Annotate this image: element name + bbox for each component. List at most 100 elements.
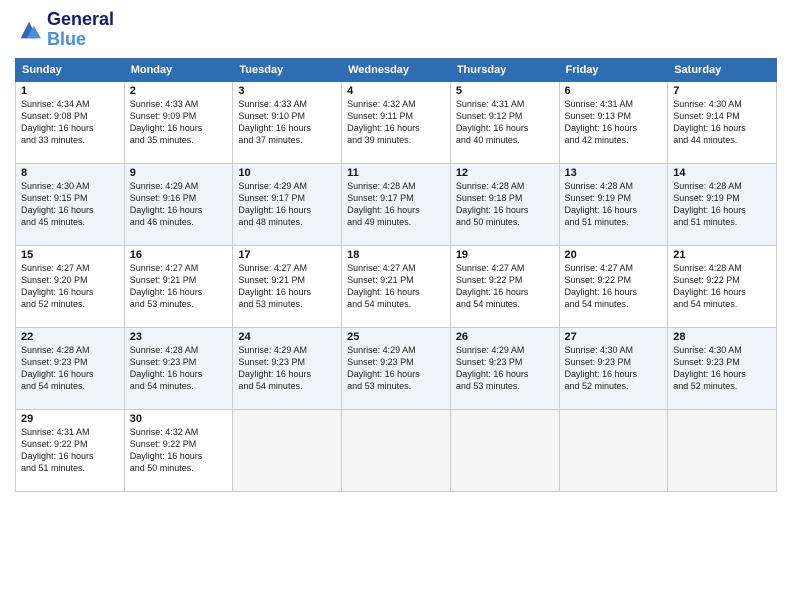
day-number: 3	[238, 85, 336, 97]
day-number: 15	[21, 249, 119, 261]
calendar-cell: 14Sunrise: 4:28 AM Sunset: 9:19 PM Dayli…	[668, 163, 777, 245]
day-info: Sunrise: 4:28 AM Sunset: 9:19 PM Dayligh…	[565, 180, 663, 229]
calendar-cell: 16Sunrise: 4:27 AM Sunset: 9:21 PM Dayli…	[124, 245, 233, 327]
day-info: Sunrise: 4:27 AM Sunset: 9:21 PM Dayligh…	[347, 262, 445, 311]
calendar-cell: 29Sunrise: 4:31 AM Sunset: 9:22 PM Dayli…	[16, 409, 125, 491]
calendar-cell: 12Sunrise: 4:28 AM Sunset: 9:18 PM Dayli…	[450, 163, 559, 245]
day-number: 2	[130, 85, 228, 97]
day-info: Sunrise: 4:27 AM Sunset: 9:21 PM Dayligh…	[130, 262, 228, 311]
day-info: Sunrise: 4:28 AM Sunset: 9:23 PM Dayligh…	[21, 344, 119, 393]
day-number: 30	[130, 413, 228, 425]
day-number: 4	[347, 85, 445, 97]
calendar: SundayMondayTuesdayWednesdayThursdayFrid…	[15, 58, 777, 492]
day-number: 25	[347, 331, 445, 343]
calendar-cell: 28Sunrise: 4:30 AM Sunset: 9:23 PM Dayli…	[668, 327, 777, 409]
day-info: Sunrise: 4:34 AM Sunset: 9:08 PM Dayligh…	[21, 98, 119, 147]
calendar-cell	[559, 409, 668, 491]
calendar-cell: 9Sunrise: 4:29 AM Sunset: 9:16 PM Daylig…	[124, 163, 233, 245]
day-info: Sunrise: 4:27 AM Sunset: 9:20 PM Dayligh…	[21, 262, 119, 311]
col-header-friday: Friday	[559, 58, 668, 81]
calendar-cell: 26Sunrise: 4:29 AM Sunset: 9:23 PM Dayli…	[450, 327, 559, 409]
day-info: Sunrise: 4:27 AM Sunset: 9:21 PM Dayligh…	[238, 262, 336, 311]
calendar-cell: 20Sunrise: 4:27 AM Sunset: 9:22 PM Dayli…	[559, 245, 668, 327]
calendar-cell: 27Sunrise: 4:30 AM Sunset: 9:23 PM Dayli…	[559, 327, 668, 409]
day-number: 18	[347, 249, 445, 261]
calendar-cell: 10Sunrise: 4:29 AM Sunset: 9:17 PM Dayli…	[233, 163, 342, 245]
calendar-cell: 2Sunrise: 4:33 AM Sunset: 9:09 PM Daylig…	[124, 81, 233, 163]
col-header-tuesday: Tuesday	[233, 58, 342, 81]
day-info: Sunrise: 4:28 AM Sunset: 9:23 PM Dayligh…	[130, 344, 228, 393]
day-number: 16	[130, 249, 228, 261]
calendar-cell: 3Sunrise: 4:33 AM Sunset: 9:10 PM Daylig…	[233, 81, 342, 163]
col-header-monday: Monday	[124, 58, 233, 81]
day-info: Sunrise: 4:30 AM Sunset: 9:23 PM Dayligh…	[565, 344, 663, 393]
day-number: 13	[565, 167, 663, 179]
day-info: Sunrise: 4:27 AM Sunset: 9:22 PM Dayligh…	[456, 262, 554, 311]
day-number: 17	[238, 249, 336, 261]
calendar-cell: 8Sunrise: 4:30 AM Sunset: 9:15 PM Daylig…	[16, 163, 125, 245]
day-number: 9	[130, 167, 228, 179]
calendar-cell: 25Sunrise: 4:29 AM Sunset: 9:23 PM Dayli…	[342, 327, 451, 409]
day-info: Sunrise: 4:31 AM Sunset: 9:22 PM Dayligh…	[21, 426, 119, 475]
calendar-cell	[668, 409, 777, 491]
calendar-cell: 13Sunrise: 4:28 AM Sunset: 9:19 PM Dayli…	[559, 163, 668, 245]
day-number: 12	[456, 167, 554, 179]
day-number: 28	[673, 331, 771, 343]
calendar-cell	[233, 409, 342, 491]
day-number: 29	[21, 413, 119, 425]
day-info: Sunrise: 4:30 AM Sunset: 9:15 PM Dayligh…	[21, 180, 119, 229]
day-number: 22	[21, 331, 119, 343]
day-number: 26	[456, 331, 554, 343]
day-number: 5	[456, 85, 554, 97]
day-info: Sunrise: 4:27 AM Sunset: 9:22 PM Dayligh…	[565, 262, 663, 311]
calendar-cell: 5Sunrise: 4:31 AM Sunset: 9:12 PM Daylig…	[450, 81, 559, 163]
calendar-cell: 6Sunrise: 4:31 AM Sunset: 9:13 PM Daylig…	[559, 81, 668, 163]
day-info: Sunrise: 4:28 AM Sunset: 9:19 PM Dayligh…	[673, 180, 771, 229]
day-info: Sunrise: 4:29 AM Sunset: 9:23 PM Dayligh…	[347, 344, 445, 393]
day-info: Sunrise: 4:28 AM Sunset: 9:17 PM Dayligh…	[347, 180, 445, 229]
day-number: 20	[565, 249, 663, 261]
day-number: 8	[21, 167, 119, 179]
calendar-cell: 4Sunrise: 4:32 AM Sunset: 9:11 PM Daylig…	[342, 81, 451, 163]
calendar-cell	[342, 409, 451, 491]
calendar-cell: 1Sunrise: 4:34 AM Sunset: 9:08 PM Daylig…	[16, 81, 125, 163]
logo-icon	[15, 16, 43, 44]
day-number: 24	[238, 331, 336, 343]
day-info: Sunrise: 4:29 AM Sunset: 9:23 PM Dayligh…	[238, 344, 336, 393]
day-number: 27	[565, 331, 663, 343]
calendar-cell	[450, 409, 559, 491]
day-info: Sunrise: 4:33 AM Sunset: 9:10 PM Dayligh…	[238, 98, 336, 147]
day-info: Sunrise: 4:29 AM Sunset: 9:23 PM Dayligh…	[456, 344, 554, 393]
col-header-wednesday: Wednesday	[342, 58, 451, 81]
day-number: 1	[21, 85, 119, 97]
day-number: 23	[130, 331, 228, 343]
day-number: 7	[673, 85, 771, 97]
col-header-saturday: Saturday	[668, 58, 777, 81]
calendar-cell: 24Sunrise: 4:29 AM Sunset: 9:23 PM Dayli…	[233, 327, 342, 409]
calendar-cell: 22Sunrise: 4:28 AM Sunset: 9:23 PM Dayli…	[16, 327, 125, 409]
day-info: Sunrise: 4:29 AM Sunset: 9:16 PM Dayligh…	[130, 180, 228, 229]
col-header-sunday: Sunday	[16, 58, 125, 81]
day-info: Sunrise: 4:31 AM Sunset: 9:13 PM Dayligh…	[565, 98, 663, 147]
col-header-thursday: Thursday	[450, 58, 559, 81]
calendar-cell: 7Sunrise: 4:30 AM Sunset: 9:14 PM Daylig…	[668, 81, 777, 163]
calendar-cell: 30Sunrise: 4:32 AM Sunset: 9:22 PM Dayli…	[124, 409, 233, 491]
day-info: Sunrise: 4:30 AM Sunset: 9:14 PM Dayligh…	[673, 98, 771, 147]
page-header: GeneralBlue	[15, 10, 777, 50]
day-info: Sunrise: 4:31 AM Sunset: 9:12 PM Dayligh…	[456, 98, 554, 147]
calendar-cell: 18Sunrise: 4:27 AM Sunset: 9:21 PM Dayli…	[342, 245, 451, 327]
day-info: Sunrise: 4:32 AM Sunset: 9:22 PM Dayligh…	[130, 426, 228, 475]
day-info: Sunrise: 4:29 AM Sunset: 9:17 PM Dayligh…	[238, 180, 336, 229]
calendar-cell: 15Sunrise: 4:27 AM Sunset: 9:20 PM Dayli…	[16, 245, 125, 327]
day-info: Sunrise: 4:28 AM Sunset: 9:18 PM Dayligh…	[456, 180, 554, 229]
day-number: 19	[456, 249, 554, 261]
day-info: Sunrise: 4:32 AM Sunset: 9:11 PM Dayligh…	[347, 98, 445, 147]
logo-text: GeneralBlue	[47, 10, 114, 50]
calendar-cell: 23Sunrise: 4:28 AM Sunset: 9:23 PM Dayli…	[124, 327, 233, 409]
day-number: 10	[238, 167, 336, 179]
day-number: 6	[565, 85, 663, 97]
day-info: Sunrise: 4:28 AM Sunset: 9:22 PM Dayligh…	[673, 262, 771, 311]
day-number: 21	[673, 249, 771, 261]
logo: GeneralBlue	[15, 10, 114, 50]
day-number: 14	[673, 167, 771, 179]
